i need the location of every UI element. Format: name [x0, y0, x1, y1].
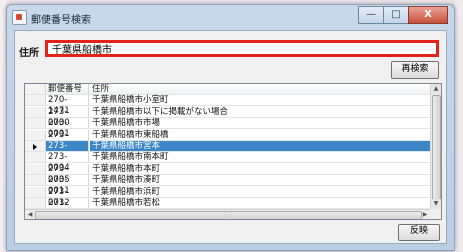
- scroll-down-icon[interactable]: ▼: [431, 199, 441, 209]
- vertical-scrollbar[interactable]: ▲ ▼: [430, 84, 441, 209]
- vertical-scroll-thumb[interactable]: [432, 95, 441, 200]
- table-row[interactable]: 273-0001 千葉県船橋市市場: [25, 118, 441, 139]
- close-button[interactable]: X: [408, 6, 448, 24]
- scroll-corner: [430, 209, 441, 219]
- background-right: [455, 0, 463, 252]
- horizontal-scroll-thumb[interactable]: ⋮⋮: [35, 211, 422, 219]
- horizontal-scrollbar[interactable]: ◀ ⋮⋮ ▶: [25, 209, 430, 219]
- current-row-arrow-icon: [33, 144, 37, 150]
- table-row[interactable]: 270-1471 千葉県船橋市小室町: [25, 95, 441, 116]
- scroll-left-icon[interactable]: ◀: [25, 210, 35, 219]
- address-input[interactable]: [45, 40, 439, 57]
- maximize-button[interactable]: □: [383, 6, 409, 24]
- table-row[interactable]: 273-0011 千葉県船橋市湊町: [25, 175, 441, 196]
- table-row[interactable]: 273-0005 千葉県船橋市本町: [25, 163, 441, 185]
- table-row[interactable]: 273-0012 千葉県船橋市浜町: [25, 186, 441, 208]
- postal-search-window: 郵便番号検索 — □ X 住所 再検索 郵便番号 住所 270-1471千葉県船…: [6, 4, 455, 251]
- scroll-right-icon[interactable]: ▶: [420, 210, 430, 219]
- postal-results-grid: 郵便番号 住所 270-1471 千葉県船橋市小室町 273-0000 千葉県船橋市以…: [24, 83, 442, 220]
- address-label: 住所: [19, 48, 39, 59]
- reflect-button[interactable]: 反映: [398, 224, 440, 241]
- table-row[interactable]: 273-0004 千葉県船橋市南本町: [25, 152, 441, 173]
- table-row[interactable]: 273-0002千葉県船橋市東船橋: [25, 129, 441, 151]
- title-bar[interactable]: 郵便番号検索 — □ X: [7, 5, 454, 29]
- dialog-body: 住所 再検索 郵便番号 住所 270-1471千葉県船橋市小室町273-0000…: [14, 30, 447, 244]
- app-icon: [12, 10, 27, 25]
- table-row[interactable]: 273-0000 千葉県船橋市以下に掲載がない場合: [25, 106, 441, 128]
- scroll-up-icon[interactable]: ▲: [431, 84, 441, 94]
- minimize-button[interactable]: —: [358, 6, 384, 24]
- window-title: 郵便番号検索: [31, 15, 91, 26]
- table-row[interactable]: 273-0013千葉県船橋市若松: [25, 198, 441, 219]
- grid-header-row: 郵便番号 住所: [25, 84, 441, 95]
- research-button[interactable]: 再検索: [391, 61, 439, 79]
- caption-buttons: — □ X: [358, 6, 448, 24]
- table-row[interactable]: 273-0003 千葉県船橋市宮本: [25, 141, 441, 162]
